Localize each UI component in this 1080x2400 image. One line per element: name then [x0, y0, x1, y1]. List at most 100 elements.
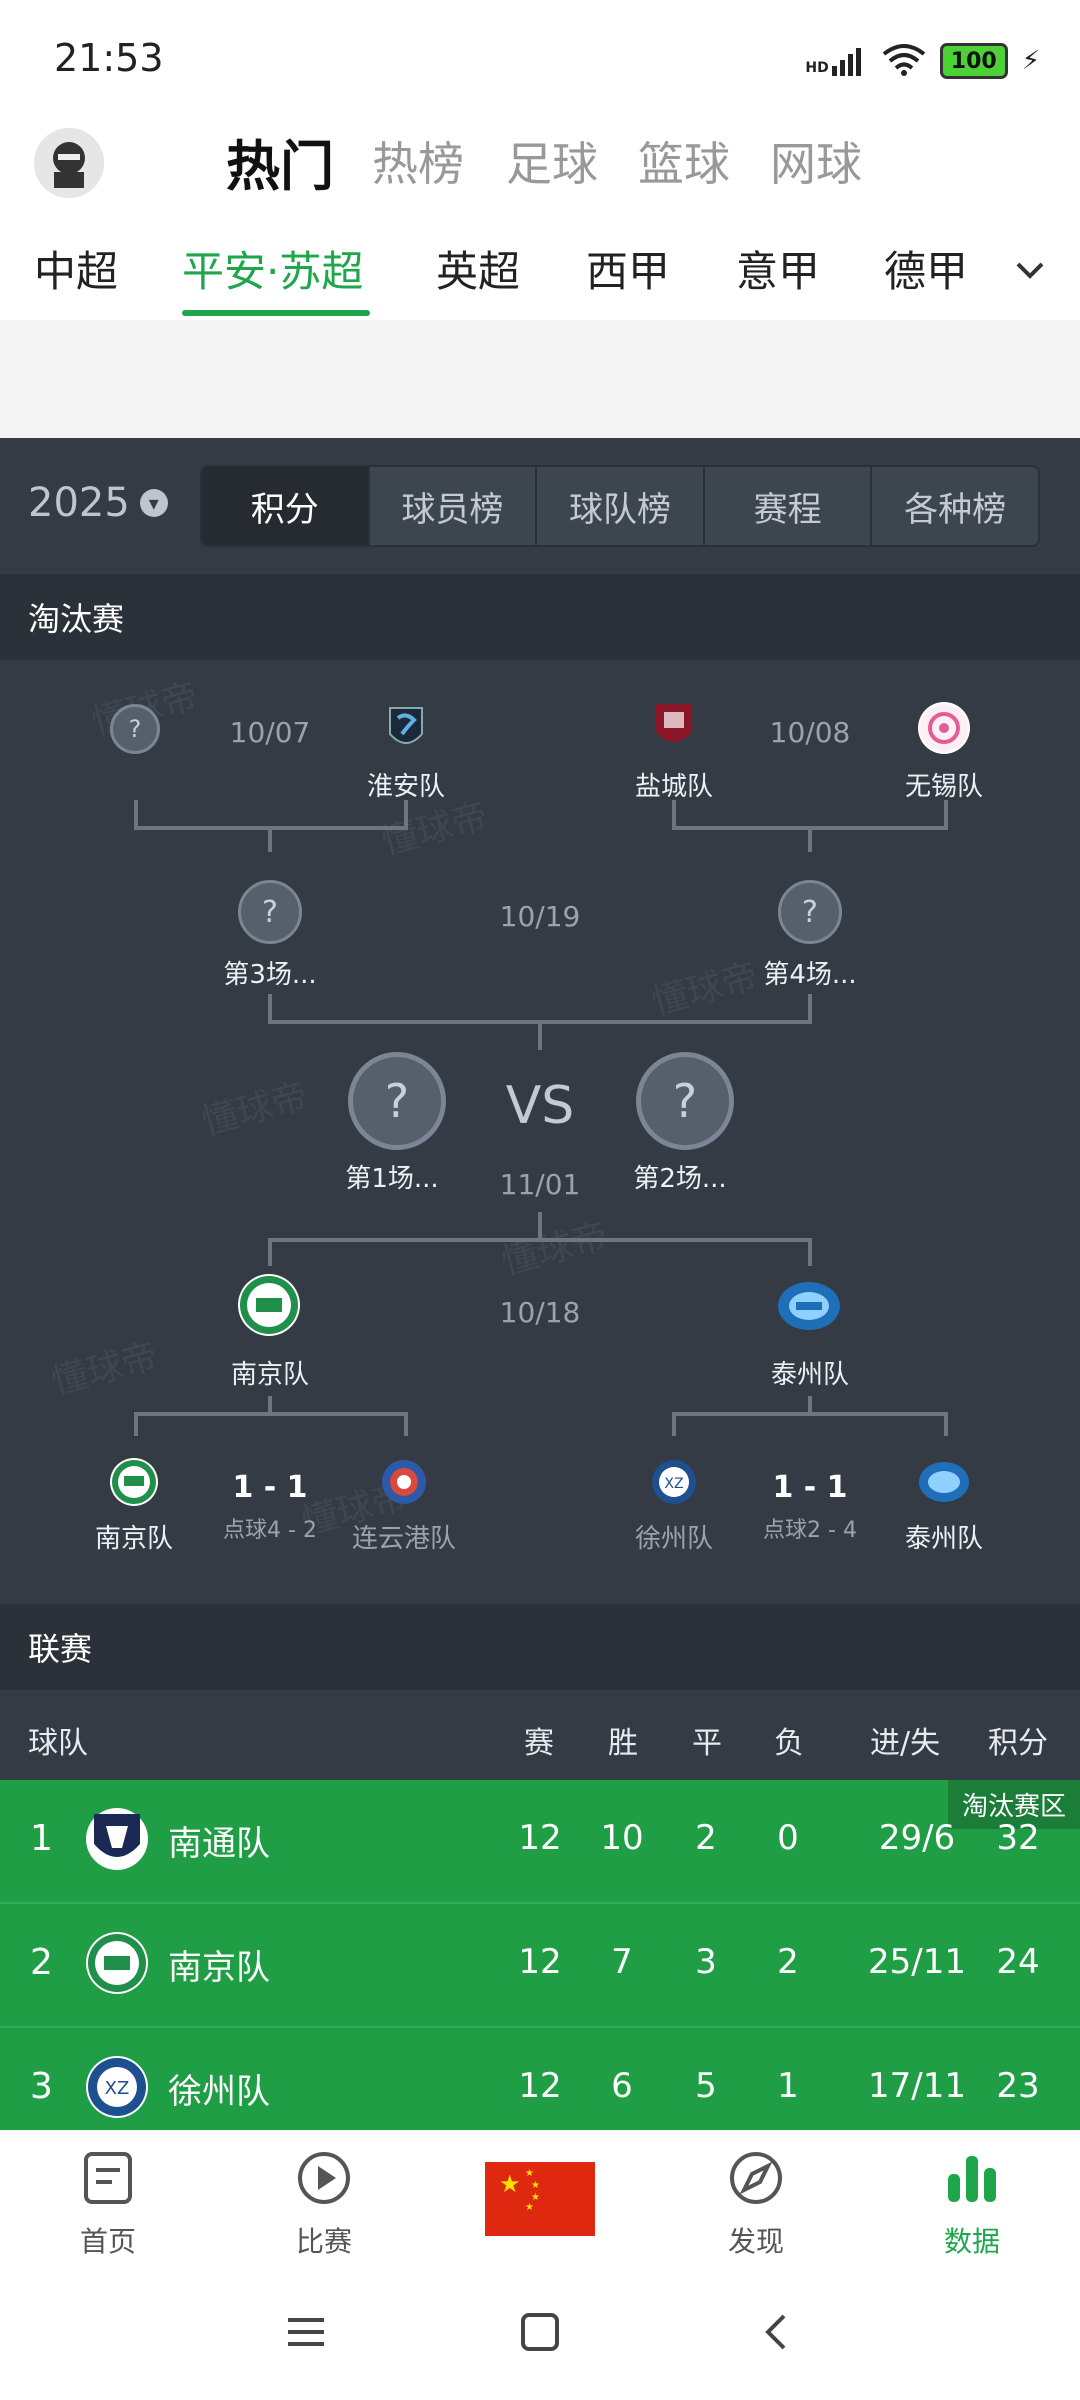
status-bar: 21:53 HD 100 ⚡ [0, 0, 1080, 120]
row-draw: 2 [695, 1818, 717, 1858]
tab-hot[interactable]: 热门 [226, 122, 334, 201]
svg-text:★: ★ [499, 2170, 521, 2198]
league-tab-seriea[interactable]: 意甲 [736, 238, 820, 299]
nav-data-label: 数据 [943, 2225, 1000, 2258]
unknown-team-icon: ? [778, 880, 842, 944]
league-header: 联赛 [0, 1604, 1080, 1690]
team-name-wuxi[interactable]: 无锡队 [854, 766, 1034, 803]
team-name-taizhou[interactable]: 泰州队 [720, 1354, 900, 1391]
team-name-huaian[interactable]: 淮安队 [316, 766, 496, 803]
team-logo-taizhou[interactable] [918, 1460, 970, 1504]
knockout-header: 淘汰赛 [0, 574, 1080, 660]
nav-data[interactable]: 数据 [912, 2150, 1032, 2260]
team-logo-yancheng[interactable] [652, 702, 696, 752]
team-logo-xuzhou[interactable]: XZ [650, 1458, 698, 1506]
team-logo-nanjing[interactable] [238, 1274, 300, 1336]
svg-text:XZ: XZ [664, 1476, 683, 1492]
col-played: 赛 [524, 1726, 554, 1761]
svg-text:★: ★ [525, 2168, 534, 2179]
compass-icon [728, 2150, 784, 2206]
tab-trending[interactable]: 热榜 [372, 128, 464, 194]
league-tab-csl[interactable]: 中超 [34, 238, 118, 299]
team-logo-nanjing[interactable] [110, 1458, 158, 1506]
team-logo-huaian[interactable] [384, 704, 428, 754]
segment-players[interactable]: 球员榜 [370, 467, 538, 545]
team-logo-nanjing [86, 1932, 148, 1994]
nav-discover-label: 发现 [727, 2225, 784, 2258]
col-won: 胜 [608, 1726, 638, 1761]
row-played: 12 [518, 2066, 562, 2106]
row-won: 7 [611, 1942, 633, 1982]
user-avatar[interactable] [34, 128, 104, 198]
row-rank: 2 [30, 1942, 53, 1983]
row-goals: 25/11 [868, 1942, 966, 1982]
row-team-name: 南京队 [168, 1948, 270, 1988]
team-logo-xuzhou: XZ [86, 2056, 148, 2118]
col-team: 球队 [28, 1726, 88, 1761]
team-logo-nantong [86, 1808, 148, 1870]
team-label[interactable]: 第2场... [590, 1158, 770, 1195]
team-label[interactable]: 第1场... [302, 1158, 482, 1195]
row-rank: 1 [30, 1818, 53, 1859]
team-name-taizhou[interactable]: 泰州队 [854, 1518, 1034, 1555]
match-date: 10/07 [229, 716, 311, 749]
unknown-team-icon: ? [636, 1052, 734, 1150]
table-row[interactable]: 3 XZ 徐州队 12 6 5 1 17/11 23 [0, 2028, 1080, 2132]
watermark: 懂球帝 [47, 1335, 163, 1404]
segment-schedule[interactable]: 赛程 [705, 467, 873, 545]
team-logo-wuxi[interactable] [918, 702, 970, 754]
team-logo-taizhou[interactable] [776, 1278, 842, 1334]
china-flag-icon[interactable]: ★ ★ ★ ★ ★ [485, 2162, 595, 2236]
team-logo-lianyungang[interactable] [380, 1458, 428, 1506]
team-name-lianyungang[interactable]: 连云港队 [314, 1518, 494, 1555]
unknown-team-icon: ? [238, 880, 302, 944]
ad-placeholder [0, 320, 1080, 438]
knockout-bracket: 懂球帝 懂球帝 懂球帝 懂球帝 懂球帝 懂球帝 懂球帝 ? 10/07 淮安队 … [0, 660, 1080, 1604]
tab-tennis[interactable]: 网球 [770, 128, 862, 194]
unknown-team-icon: ? [110, 704, 160, 754]
active-tab-indicator [182, 310, 370, 316]
team-label[interactable]: 第3场... [180, 954, 360, 991]
status-icons: HD 100 ⚡ [805, 42, 1040, 80]
back-icon[interactable] [756, 2312, 796, 2356]
col-points: 积分 [988, 1726, 1048, 1761]
system-nav-bar [0, 2280, 1080, 2400]
team-label[interactable]: 第4场... [720, 954, 900, 991]
home-button-icon[interactable] [520, 2312, 560, 2356]
table-row[interactable]: 淘汰赛区 1 南通队 12 10 2 0 29/6 32 [0, 1780, 1080, 1904]
nav-matches-label: 比赛 [295, 2225, 352, 2258]
nav-discover[interactable]: 发现 [696, 2150, 816, 2260]
row-won: 10 [600, 1818, 644, 1858]
team-name-yancheng[interactable]: 盐城队 [584, 766, 764, 803]
vs-label: VS [505, 1076, 575, 1136]
segment-tabs: 积分 球员榜 球队榜 赛程 各种榜 [200, 465, 1040, 547]
segment-standings[interactable]: 积分 [202, 467, 370, 545]
table-row[interactable]: 2 南京队 12 7 3 2 25/11 24 [0, 1904, 1080, 2028]
league-tab-laliga[interactable]: 西甲 [586, 238, 670, 299]
row-won: 6 [611, 2066, 633, 2106]
home-icon [80, 2150, 136, 2206]
match-date: 10/19 [499, 900, 581, 933]
signal-label: HD [805, 60, 829, 76]
row-draw: 3 [695, 1942, 717, 1982]
tab-football[interactable]: 足球 [506, 128, 598, 194]
chevron-down-icon[interactable] [1010, 250, 1050, 294]
segment-teams[interactable]: 球队榜 [537, 467, 705, 545]
season-selector[interactable]: 2025 ▾ [28, 480, 168, 526]
segment-rankings[interactable]: 各种榜 [872, 467, 1038, 545]
row-team-name: 南通队 [168, 1824, 270, 1864]
league-tab-epl[interactable]: 英超 [436, 238, 520, 299]
league-tab-bundesliga[interactable]: 德甲 [884, 238, 968, 299]
row-rank: 3 [30, 2066, 53, 2107]
tab-basketball[interactable]: 篮球 [638, 128, 730, 194]
col-goals: 进/失 [870, 1726, 941, 1761]
menu-icon[interactable] [286, 2312, 326, 2356]
row-points: 32 [996, 1818, 1040, 1858]
team-name-nanjing[interactable]: 南京队 [180, 1354, 360, 1391]
league-tab-su-chao[interactable]: 平安·苏超 [182, 238, 363, 299]
row-draw: 5 [695, 2066, 717, 2106]
row-lost: 0 [777, 1818, 799, 1858]
nav-matches[interactable]: 比赛 [264, 2150, 384, 2260]
match-score: 1 - 1 [772, 1470, 848, 1505]
nav-home[interactable]: 首页 [48, 2150, 168, 2260]
